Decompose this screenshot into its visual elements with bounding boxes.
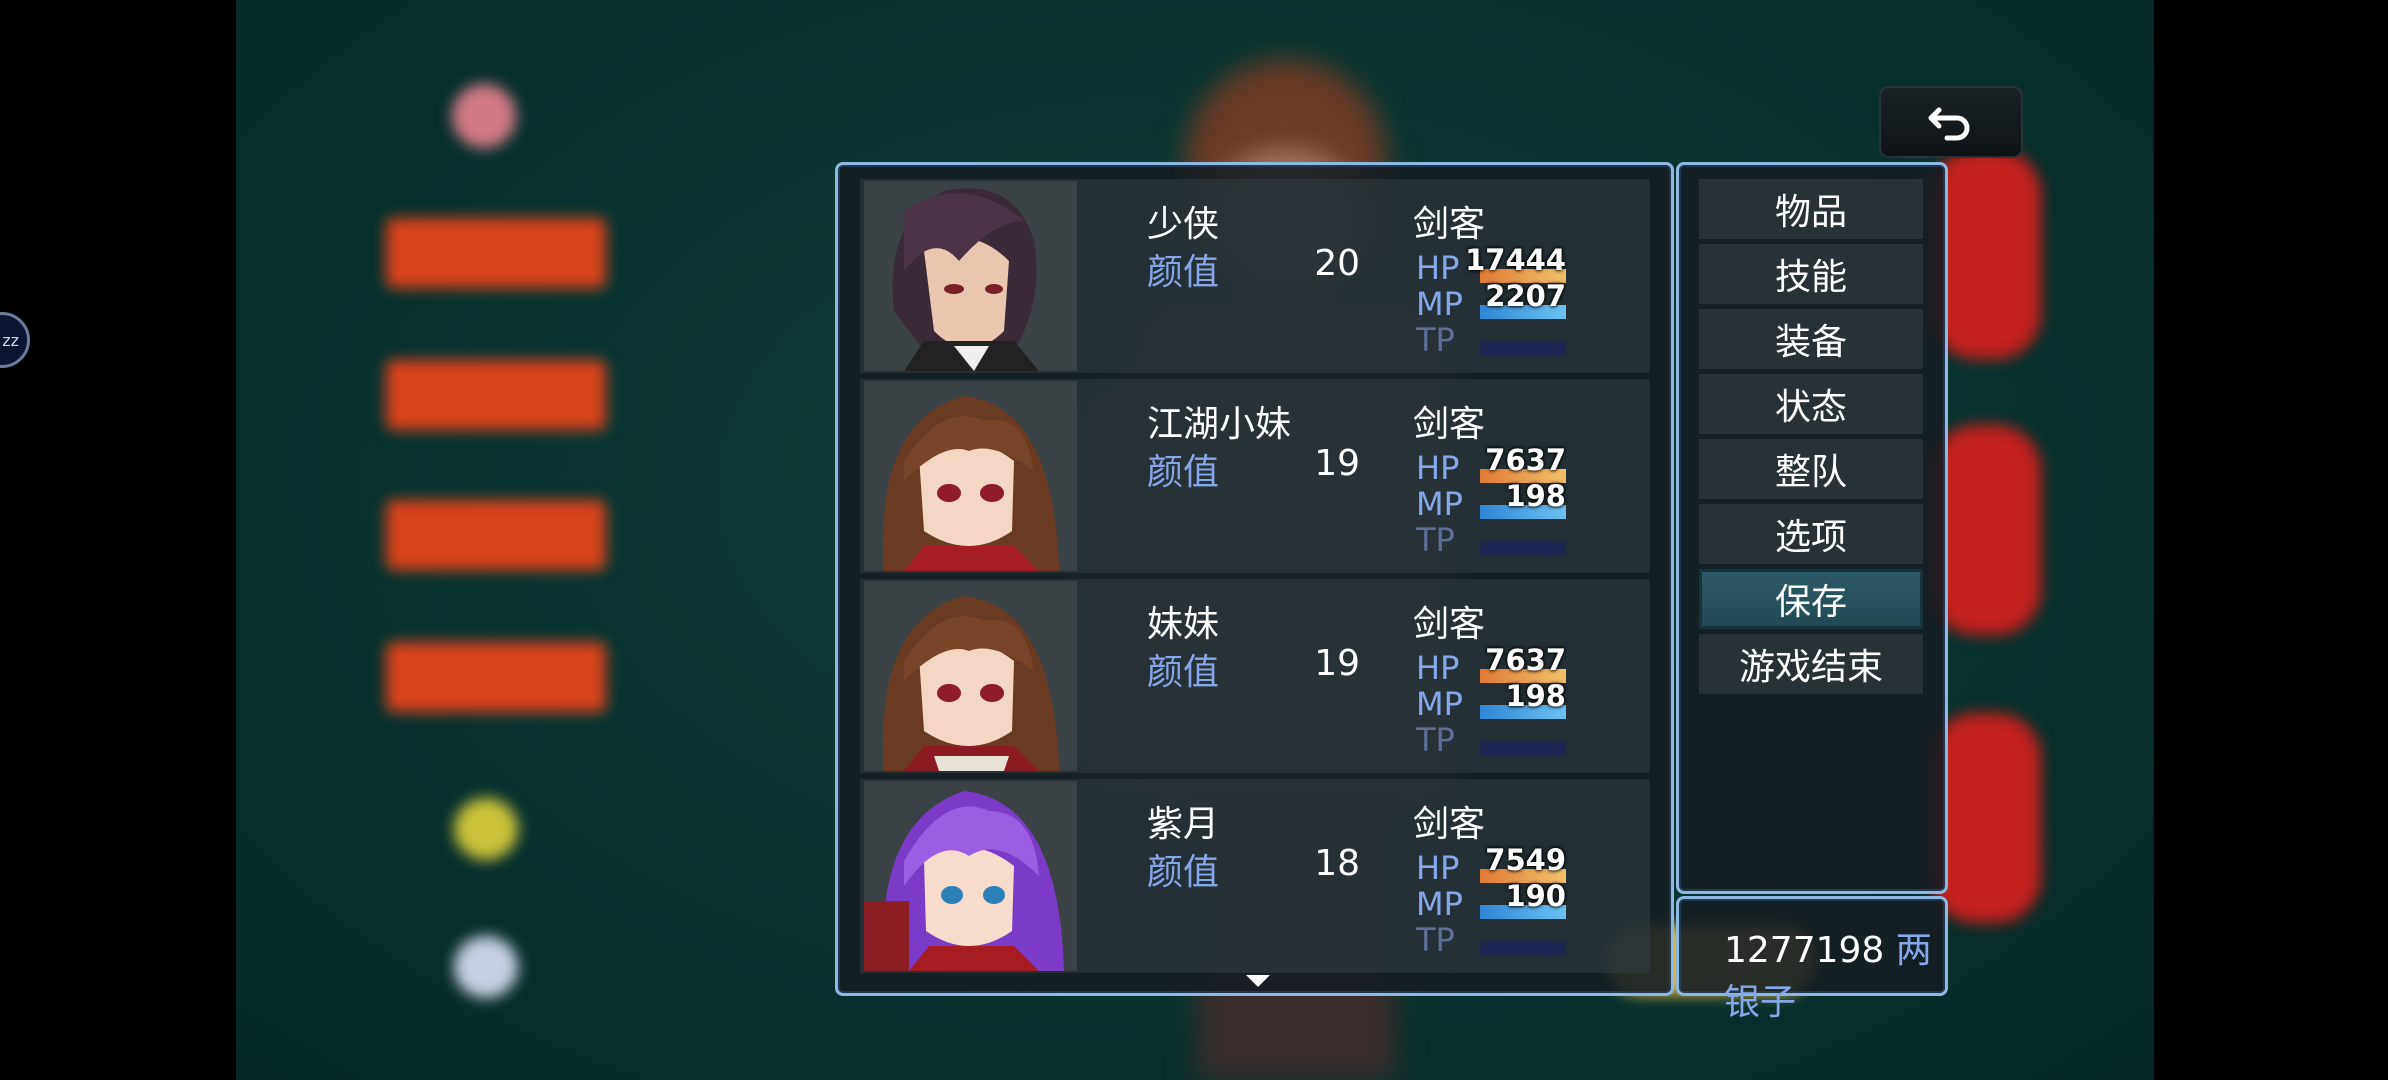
menu-item-save[interactable]: 保存 bbox=[1699, 569, 1923, 629]
stat-value: 18 bbox=[1314, 843, 1360, 884]
floating-assistant-button[interactable]: zz bbox=[0, 312, 30, 368]
background-button bbox=[386, 642, 606, 712]
party-member-row[interactable]: 少侠 颜值 20 剑客 HP 17444 MP 2207 TP bbox=[860, 179, 1650, 373]
back-arrow-icon bbox=[1928, 107, 1970, 141]
tp-label: TP bbox=[1416, 921, 1455, 959]
stat-label: 颜值 bbox=[1147, 852, 1220, 893]
menu-item-status[interactable]: 状态 bbox=[1699, 374, 1923, 434]
mp-value: 190 bbox=[1505, 879, 1566, 913]
party-member-class: 剑客 bbox=[1413, 404, 1486, 445]
mp-value: 198 bbox=[1505, 479, 1566, 513]
stat-label: 颜值 bbox=[1147, 252, 1220, 293]
party-member-name: 妹妹 bbox=[1147, 604, 1220, 645]
background-button bbox=[1936, 718, 2036, 918]
stat-label: 颜值 bbox=[1147, 652, 1220, 693]
scroll-down-icon[interactable] bbox=[1246, 975, 1270, 987]
hp-value: 7637 bbox=[1485, 443, 1566, 477]
hp-label: HP bbox=[1416, 249, 1460, 287]
hp-value: 17444 bbox=[1465, 243, 1566, 277]
tp-gauge bbox=[1480, 741, 1566, 755]
background-button bbox=[386, 218, 606, 288]
gold-amount: 1277198 bbox=[1724, 930, 1885, 971]
gold-display: 1277198 两银子 bbox=[1724, 921, 1945, 1025]
menu-item-game-end[interactable]: 游戏结束 bbox=[1699, 634, 1923, 694]
hp-value: 7549 bbox=[1485, 843, 1566, 877]
background-button bbox=[1936, 430, 2036, 630]
stat-label: 颜值 bbox=[1147, 452, 1220, 493]
tp-label: TP bbox=[1416, 521, 1455, 559]
menu-item-skills[interactable]: 技能 bbox=[1699, 244, 1923, 304]
background-ornament bbox=[454, 798, 518, 860]
tp-label: TP bbox=[1416, 721, 1455, 759]
menu-item-formation[interactable]: 整队 bbox=[1699, 439, 1923, 499]
background-ornament bbox=[454, 936, 518, 998]
back-button[interactable] bbox=[1879, 86, 2023, 158]
background-ornament bbox=[452, 84, 516, 148]
stat-value: 19 bbox=[1314, 443, 1360, 484]
party-member-name: 少侠 bbox=[1147, 204, 1220, 245]
party-member-class: 剑客 bbox=[1413, 604, 1486, 645]
gold-window: 1277198 两银子 bbox=[1676, 896, 1948, 1023]
menu-item-options[interactable]: 选项 bbox=[1699, 504, 1923, 564]
menu-command-window: 物品 技能 装备 状态 整队 选项 保存 游戏结束 bbox=[1676, 162, 1948, 894]
mp-label: MP bbox=[1416, 885, 1463, 923]
stat-value: 20 bbox=[1314, 243, 1360, 284]
background-button bbox=[386, 500, 606, 570]
background-button bbox=[386, 360, 606, 430]
hp-label: HP bbox=[1416, 849, 1460, 887]
mp-label: MP bbox=[1416, 485, 1463, 523]
party-member-class: 剑客 bbox=[1413, 204, 1486, 245]
party-member-name: 江湖小妹 bbox=[1147, 404, 1292, 445]
party-member-name: 紫月 bbox=[1147, 804, 1220, 845]
party-member-row[interactable]: 妹妹 颜值 19 剑客 HP 7637 MP 198 TP bbox=[860, 579, 1650, 773]
party-member-portrait bbox=[864, 181, 1077, 371]
mp-label: MP bbox=[1416, 285, 1463, 323]
mp-value: 198 bbox=[1505, 679, 1566, 713]
party-member-row[interactable]: 紫月 颜值 18 剑客 HP 7549 MP 190 TP bbox=[860, 779, 1650, 973]
hp-label: HP bbox=[1416, 649, 1460, 687]
hp-label: HP bbox=[1416, 449, 1460, 487]
tp-gauge bbox=[1480, 941, 1566, 955]
party-member-portrait bbox=[864, 381, 1077, 571]
stat-value: 19 bbox=[1314, 643, 1360, 684]
party-member-portrait bbox=[864, 781, 1077, 971]
party-member-row[interactable]: 江湖小妹 颜值 19 剑客 HP 7637 MP 198 TP bbox=[860, 379, 1650, 573]
tp-gauge bbox=[1480, 341, 1566, 355]
hp-value: 7637 bbox=[1485, 643, 1566, 677]
mp-label: MP bbox=[1416, 685, 1463, 723]
tp-gauge bbox=[1480, 541, 1566, 555]
party-member-class: 剑客 bbox=[1413, 804, 1486, 845]
game-screen: 少侠 颜值 20 剑客 HP 17444 MP 2207 TP 江湖小妹 颜值 … bbox=[236, 0, 2154, 1080]
party-status-window: 少侠 颜值 20 剑客 HP 17444 MP 2207 TP 江湖小妹 颜值 … bbox=[835, 162, 1674, 996]
party-member-portrait bbox=[864, 581, 1077, 771]
tp-label: TP bbox=[1416, 321, 1455, 359]
menu-item-items[interactable]: 物品 bbox=[1699, 179, 1923, 239]
mp-value: 2207 bbox=[1485, 279, 1566, 313]
background-button bbox=[1936, 154, 2036, 354]
menu-item-equipment[interactable]: 装备 bbox=[1699, 309, 1923, 369]
